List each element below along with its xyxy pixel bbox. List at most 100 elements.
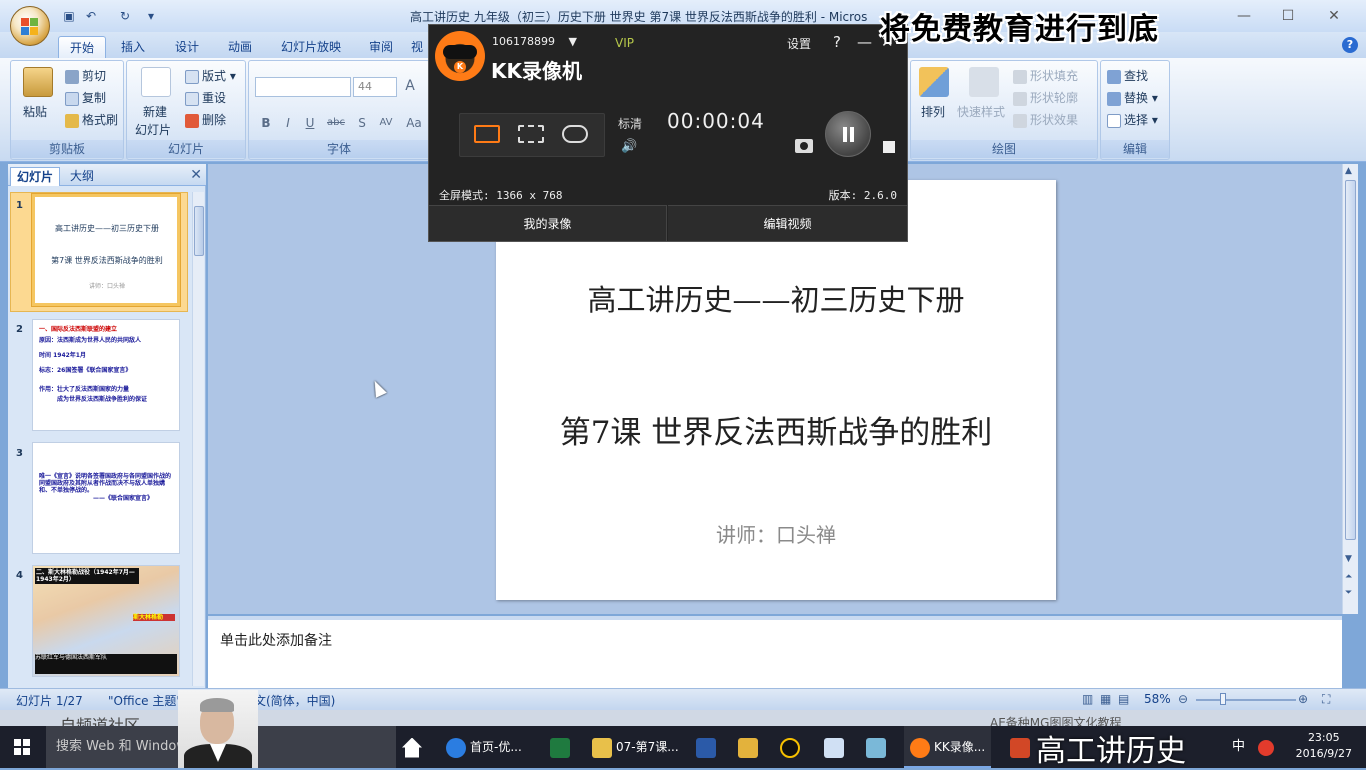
font-size-combo[interactable]: 44	[353, 77, 397, 97]
pause-button[interactable]	[825, 111, 871, 157]
slideshow-view-icon[interactable]: ▤	[1118, 692, 1129, 706]
sogou-icon[interactable]	[1258, 726, 1278, 768]
reset-button[interactable]: 重设	[185, 89, 226, 106]
zoom-level[interactable]: 58%	[1144, 692, 1171, 706]
layout-button[interactable]: 版式 ▾	[185, 67, 236, 84]
font-name-combo[interactable]	[255, 77, 351, 97]
minimize-window-button[interactable]: —	[1222, 6, 1266, 26]
slide-thumbnail-1[interactable]: 高工讲历史——初三历史下册 第7课 世界反法西斯战争的胜利 讲师：口头禅	[32, 194, 180, 306]
close-window-button[interactable]: ✕	[1312, 6, 1356, 26]
tab-design[interactable]: 设计	[164, 36, 210, 58]
undo-icon[interactable]: ↶	[82, 8, 100, 24]
panel-scrollbar[interactable]	[192, 192, 204, 686]
select-button[interactable]: 选择 ▾	[1107, 111, 1158, 128]
underline-button[interactable]: U	[299, 113, 321, 133]
copy-button[interactable]: 复制	[65, 89, 106, 106]
zoom-slider-handle[interactable]	[1220, 693, 1226, 705]
cut-button[interactable]: 剪切	[65, 67, 106, 84]
new-slide-label2[interactable]: 幻灯片	[135, 121, 171, 138]
stop-button[interactable]	[883, 141, 895, 153]
edit-video-button[interactable]: 编辑视频	[668, 205, 907, 241]
replace-button[interactable]: 替换 ▾	[1107, 89, 1158, 106]
redo-icon[interactable]: ↻	[116, 8, 134, 24]
fit-window-icon[interactable]: ⛶	[1322, 692, 1330, 707]
shape-outline-button[interactable]: 形状轮廓	[1013, 89, 1078, 106]
panel-scroll-thumb[interactable]	[194, 206, 204, 256]
tab-animations[interactable]: 动画	[217, 36, 263, 58]
tab-insert[interactable]: 插入	[110, 36, 156, 58]
help-icon[interactable]: ?	[1342, 37, 1358, 53]
qat-customize-icon[interactable]: ▾	[142, 8, 160, 24]
windows-start-icon[interactable]	[14, 739, 30, 755]
taskbar-excel[interactable]	[550, 726, 574, 768]
current-slide[interactable]: 高工讲历史——初三历史下册 第7课 世界反法西斯战争的胜利 讲师：口头禅	[496, 180, 1056, 600]
tab-slideshow[interactable]: 幻灯片放映	[270, 36, 352, 58]
delete-slide-button[interactable]: 删除	[185, 111, 226, 128]
fullscreen-mode-icon[interactable]	[474, 125, 500, 143]
zoom-out-icon[interactable]: ⊖	[1178, 692, 1188, 706]
maximize-window-button[interactable]: ☐	[1266, 6, 1310, 26]
slide-title[interactable]: 高工讲历史——初三历史下册	[496, 277, 1056, 319]
find-button[interactable]: 查找	[1107, 67, 1148, 84]
kk-quality[interactable]: 标清	[618, 115, 642, 132]
shape-fill-button[interactable]: 形状填充	[1013, 67, 1078, 84]
volume-icon[interactable]: 🔊	[621, 139, 637, 154]
game-mode-icon[interactable]	[562, 125, 588, 143]
shape-effects-button[interactable]: 形状效果	[1013, 111, 1078, 128]
taskbar-mail[interactable]	[738, 726, 762, 768]
notes-pane[interactable]: 单击此处添加备注	[208, 616, 1342, 688]
close-panel-icon[interactable]: ✕	[190, 167, 202, 183]
slide-subtitle[interactable]: 第7课 世界反法西斯战争的胜利	[496, 407, 1056, 452]
kk-help-icon[interactable]: ?	[833, 33, 841, 51]
scroll-up-icon[interactable]: ▲	[1345, 166, 1352, 176]
normal-view-icon[interactable]: ▥	[1082, 692, 1093, 706]
home-icon[interactable]	[402, 726, 426, 768]
next-slide-icon[interactable]: ⏷	[1345, 588, 1352, 598]
region-mode-icon[interactable]	[518, 125, 544, 143]
taskbar-kk[interactable]: KK录像...	[904, 726, 992, 768]
scroll-down-icon[interactable]: ▼	[1345, 554, 1352, 564]
taskbar-ppt[interactable]	[1010, 726, 1034, 768]
paste-button[interactable]: 粘贴	[23, 103, 47, 120]
new-slide-button[interactable]: 新建	[143, 103, 167, 120]
camera-icon[interactable]	[795, 139, 813, 153]
notes-placeholder[interactable]: 单击此处添加备注	[220, 630, 332, 650]
slide-thumbnail-3[interactable]: 唯一《宣言》说明各签署国政府与各同盟国作战的同盟国政府及其附从者作战而决不与敌人…	[32, 442, 180, 554]
strikethrough-button[interactable]: abc	[325, 113, 347, 133]
tab-review[interactable]: 审阅	[358, 36, 404, 58]
char-spacing-button[interactable]: AV	[375, 113, 397, 133]
sorter-view-icon[interactable]: ▦	[1100, 692, 1111, 706]
ime-indicator[interactable]: 中	[1232, 726, 1245, 768]
editor-scroll-thumb[interactable]	[1345, 180, 1356, 540]
slide-author[interactable]: 讲师：口头禅	[496, 519, 1056, 548]
kk-minimize-icon[interactable]: —	[857, 33, 872, 51]
format-painter-button[interactable]: 格式刷	[65, 111, 118, 128]
kk-user-id[interactable]: 106178899 ▼	[492, 35, 577, 48]
slide-thumbnail-2[interactable]: 一、国际反法西斯联盟的建立 原因：法西斯成为世界人民的共同敌人 时间 1942年…	[32, 319, 180, 431]
kk-vip-badge[interactable]: VIP	[615, 36, 634, 50]
taskbar-browser[interactable]: 首页-优...	[446, 726, 522, 768]
taskbar-app2[interactable]	[866, 726, 890, 768]
taskbar-word[interactable]	[696, 726, 720, 768]
bold-button[interactable]: B	[255, 113, 277, 133]
taskbar-app[interactable]	[824, 726, 848, 768]
my-recordings-button[interactable]: 我的录像	[429, 205, 667, 241]
arrange-button[interactable]: 排列	[921, 103, 945, 120]
change-case-button[interactable]: Aa	[403, 113, 425, 133]
quick-styles-button[interactable]: 快速样式	[957, 103, 1005, 120]
zoom-slider[interactable]	[1196, 699, 1296, 701]
grow-font-icon[interactable]: A	[399, 76, 421, 96]
kk-settings-button[interactable]: 设置	[787, 35, 811, 52]
tab-slides[interactable]: 幻灯片	[10, 167, 61, 186]
italic-button[interactable]: I	[277, 113, 299, 133]
shadow-button[interactable]: S	[351, 113, 373, 133]
prev-slide-icon[interactable]: ⏶	[1345, 572, 1352, 582]
office-button[interactable]	[10, 6, 50, 46]
zoom-in-icon[interactable]: ⊕	[1298, 692, 1308, 706]
slide-thumbnail-4[interactable]: 二、斯大林格勒战役（1942年7月—1943年2月） 斯大林格勒 苏联红军与德国…	[32, 565, 180, 677]
save-icon[interactable]: ▣	[60, 8, 78, 24]
taskbar-qq[interactable]	[780, 726, 804, 768]
tab-outline[interactable]: 大纲	[64, 167, 100, 186]
taskbar-folder[interactable]: 07-第7课...	[592, 726, 679, 768]
taskbar-clock[interactable]: 23:05 2016/9/27	[1296, 730, 1352, 762]
